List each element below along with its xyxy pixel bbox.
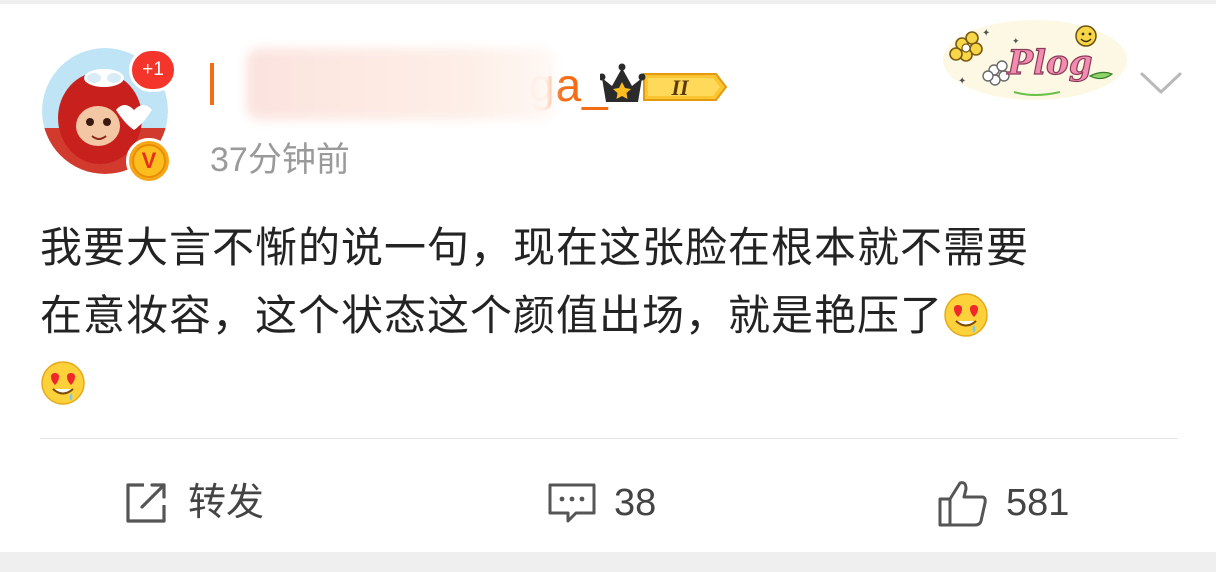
verified-badge-letter: V xyxy=(132,144,166,178)
content-text-2: 在意妆容，这个状态这个颜值出场，就是艳压了 xyxy=(40,291,944,340)
weibo-post-card: +1 V ga_ II 37分钟前 Plog ✦ ✦ ✦ 我要大言不惭的说一句，… xyxy=(0,4,1216,552)
username-link[interactable]: ga_ xyxy=(210,48,608,120)
bottom-separator xyxy=(0,552,1216,572)
content-line-2: 在意妆容，这个状态这个颜值出场，就是艳压了 xyxy=(40,282,1190,350)
svg-text:✦: ✦ xyxy=(1012,37,1020,47)
post-timestamp: 37分钟前 xyxy=(210,141,350,179)
username-redaction xyxy=(246,48,554,120)
plog-sticker-text: Plog xyxy=(1007,43,1093,83)
plog-sticker-icon: Plog ✦ ✦ ✦ xyxy=(943,20,1127,100)
comment-button[interactable]: 38 xyxy=(546,474,656,532)
content-line-1: 我要大言不惭的说一句，现在这张脸在根本就不需要 xyxy=(40,214,1190,282)
like-button[interactable]: 581 xyxy=(936,474,1069,532)
comment-count: 38 xyxy=(614,482,657,524)
content-line-3 xyxy=(40,350,1190,418)
divider xyxy=(40,438,1178,439)
vip-level-text: II xyxy=(670,75,690,100)
chevron-down-icon[interactable] xyxy=(1136,64,1186,104)
comment-icon xyxy=(548,483,596,523)
vip-crown-badge-icon[interactable]: II xyxy=(600,62,728,112)
repost-button[interactable]: 转发 xyxy=(120,474,264,532)
repost-icon xyxy=(126,483,166,523)
content-text-1: 我要大言不惭的说一句，现在这张脸在根本就不需要 xyxy=(40,223,1030,272)
svg-text:✦: ✦ xyxy=(982,28,990,39)
like-count: 581 xyxy=(1006,482,1070,524)
heart-eyes-emoji-icon xyxy=(944,293,988,337)
post-content: 我要大言不惭的说一句，现在这张脸在根本就不需要 在意妆容，这个状态这个颜值出场，… xyxy=(40,214,1190,418)
svg-text:✦: ✦ xyxy=(958,76,966,87)
heart-eyes-emoji-icon xyxy=(41,361,85,405)
verified-badge-icon: V xyxy=(126,138,172,184)
notification-badge: +1 xyxy=(129,48,177,92)
repost-label: 转发 xyxy=(188,482,265,524)
thumbs-up-icon xyxy=(938,481,987,527)
